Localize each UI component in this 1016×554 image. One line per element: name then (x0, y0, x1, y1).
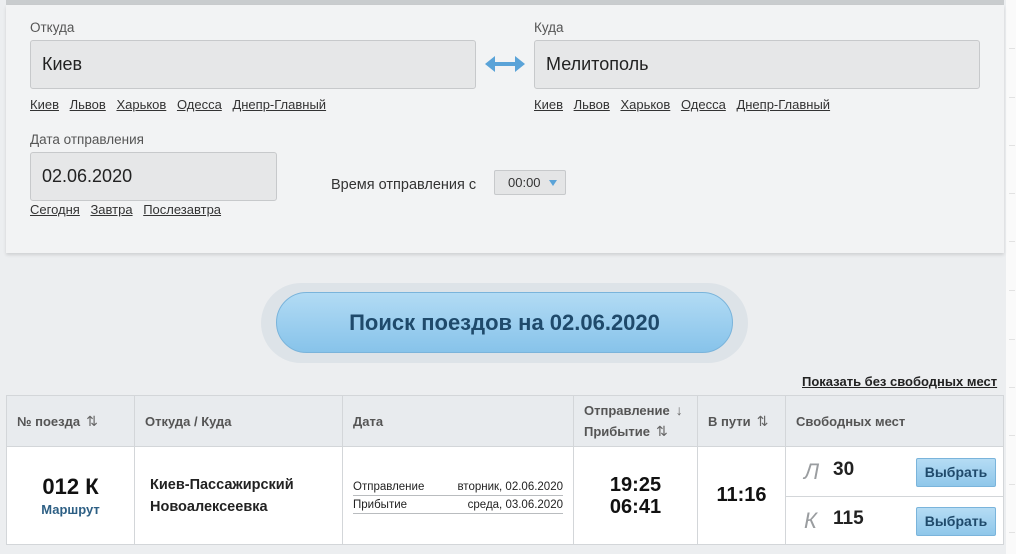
header-dep-arr[interactable]: Отправление ↓ Прибытие ⇅ (573, 395, 698, 447)
seats-cell: Л 30 Выбрать К 115 Выбрать (785, 446, 1004, 545)
sort-icon[interactable]: ⇅ (86, 413, 98, 429)
arrival-date-label: Прибытие (353, 498, 408, 511)
header-route-label: Откуда / Куда (145, 413, 232, 429)
from-quick-lviv[interactable]: Львов (70, 97, 106, 112)
from-quick-odessa[interactable]: Одесса (177, 97, 222, 112)
date-quick-today[interactable]: Сегодня (30, 202, 80, 217)
seat-row-k: К 115 Выбрать (786, 495, 1003, 544)
search-trains-button[interactable]: Поиск поездов на 02.06.2020 (276, 292, 733, 353)
page-right-edge (1006, 0, 1016, 554)
seat-count: 115 (833, 507, 864, 529)
header-travel[interactable]: В пути ⇅ (697, 395, 786, 447)
to-input[interactable]: Мелитополь (534, 40, 980, 89)
search-form: Откуда Киев Киев Львов Харьков Одесса Дн… (6, 5, 1004, 253)
arrival-date-value: среда, 03.06.2020 (467, 498, 563, 511)
to-quick-odessa[interactable]: Одесса (681, 97, 726, 112)
date-quick-tomorrow[interactable]: Завтра (90, 202, 132, 217)
to-quick-kiev[interactable]: Киев (534, 97, 563, 112)
to-station: Новоалексеевка (150, 498, 268, 515)
search-button-frame: Поиск поездов на 02.06.2020 (261, 283, 748, 363)
train-cell: 012 К Маршрут (6, 446, 135, 545)
carriage-class: Л (804, 458, 820, 484)
show-without-seats-link[interactable]: Показать без свободных мест (802, 374, 997, 389)
header-train-label: № поезда (17, 413, 81, 429)
header-seats-label: Свободных мест (796, 413, 906, 429)
table-header-row: № поезда ⇅ Откуда / Куда Дата Отправление… (6, 395, 1004, 447)
results-table: № поезда ⇅ Откуда / Куда Дата Отправление… (6, 395, 1004, 545)
date-quick-day-after[interactable]: Послезавтра (143, 202, 221, 217)
route-link[interactable]: Маршрут (7, 502, 134, 517)
arrival-date-row: Прибытие среда, 03.06.2020 (353, 496, 563, 514)
seat-row-l: Л 30 Выбрать (786, 448, 1003, 496)
from-quick-dnipro[interactable]: Днепр-Главный (232, 97, 326, 112)
departure-date-label: Отправление (353, 480, 425, 493)
header-arrival-label: Прибытие (584, 424, 650, 439)
header-route: Откуда / Куда (134, 395, 343, 447)
header-departure-label: Отправление (584, 403, 670, 418)
to-quick-kharkiv[interactable]: Харьков (620, 97, 670, 112)
header-seats: Свободных мест (785, 395, 1004, 447)
from-quick-links: Киев Львов Харьков Одесса Днепр-Главный (30, 97, 333, 112)
train-number: 012 К (42, 474, 99, 499)
sort-icon[interactable]: ⇅ (757, 413, 769, 429)
from-label: Откуда (30, 20, 75, 35)
date-input[interactable]: 02.06.2020 (30, 152, 277, 201)
sort-icon[interactable]: ⇅ (656, 423, 668, 439)
to-quick-lviv[interactable]: Львов (574, 97, 610, 112)
table-row: 012 К Маршрут Киев-Пассажирский Новоалек… (6, 446, 1004, 545)
choose-l-button[interactable]: Выбрать (916, 457, 996, 487)
date-quick-links: Сегодня Завтра Послезавтра (30, 202, 228, 217)
arrival-time: 06:41 (609, 495, 662, 518)
time-select[interactable]: 00:00 (494, 170, 566, 195)
from-quick-kiev[interactable]: Киев (30, 97, 59, 112)
departure-time: 19:25 (609, 473, 662, 496)
time-select-value: 00:00 (508, 175, 541, 190)
chevron-down-icon (549, 180, 557, 186)
header-train[interactable]: № поезда ⇅ (6, 395, 135, 447)
to-quick-links: Киев Львов Харьков Одесса Днепр-Главный (534, 97, 837, 112)
date-label: Дата отправления (30, 132, 144, 147)
seat-count: 30 (833, 458, 855, 480)
to-label: Куда (534, 20, 564, 35)
departure-date-row: Отправление вторник, 02.06.2020 (353, 478, 563, 496)
from-station: Киев-Пассажирский (150, 476, 294, 493)
date-cell: Отправление вторник, 02.06.2020 Прибытие… (342, 446, 574, 545)
travel-time: 11:16 (697, 446, 786, 545)
stations-cell: Киев-Пассажирский Новоалексеевка (134, 446, 343, 545)
header-travel-label: В пути (708, 413, 751, 429)
from-input[interactable]: Киев (30, 40, 476, 89)
header-date-label: Дата (353, 413, 384, 429)
choose-k-button[interactable]: Выбрать (916, 506, 996, 536)
time-label: Время отправления с (331, 177, 477, 193)
from-quick-kharkiv[interactable]: Харьков (116, 97, 166, 112)
to-quick-dnipro[interactable]: Днепр-Главный (736, 97, 830, 112)
carriage-class: К (804, 507, 817, 533)
header-date: Дата (342, 395, 574, 447)
departure-date-value: вторник, 02.06.2020 (457, 480, 563, 493)
times-cell: 19:25 06:41 (573, 446, 698, 545)
sort-down-icon[interactable]: ↓ (676, 402, 683, 418)
swap-stations-icon[interactable] (485, 53, 525, 75)
